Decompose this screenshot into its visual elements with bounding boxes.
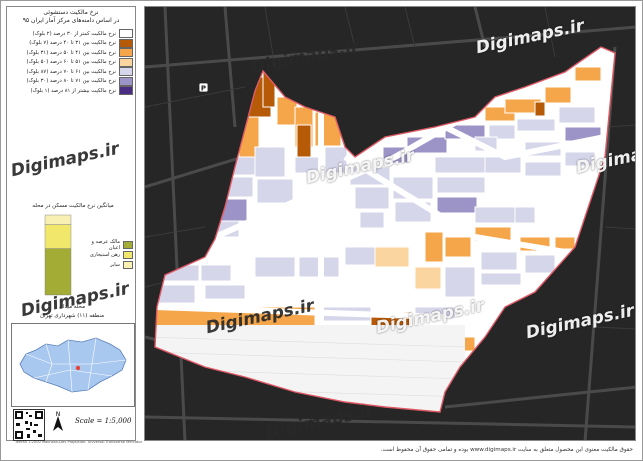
legend-swatch xyxy=(119,29,133,38)
legend-title-line2: در اساس دامنه‌های مرکز آمار ایران ۹۵ xyxy=(22,17,120,24)
chart-legend-item: رهن استیجاری xyxy=(79,250,133,260)
chart-legend-swatch xyxy=(123,261,133,269)
legend-label: نرخ مالکیت بین ۳۱ تا ۴۰ درصد (۷ بلوک) xyxy=(29,40,116,46)
city-block[interactable] xyxy=(354,186,390,210)
parking-icon: P xyxy=(198,82,209,93)
city-block[interactable] xyxy=(254,256,296,278)
city-block[interactable] xyxy=(516,118,556,132)
city-block[interactable] xyxy=(484,156,522,174)
city-block[interactable] xyxy=(359,211,385,229)
city-block[interactable] xyxy=(444,236,472,258)
legend-swatch xyxy=(119,67,133,76)
ownership-bar-svg xyxy=(44,214,72,296)
legend-item: نرخ مالکیت بین ۶۱ تا ۷۰ درصد (۸۷ بلوک) xyxy=(11,67,133,76)
chart-legend-label: سایر xyxy=(110,262,120,268)
legend-item: نرخ مالکیت کمتر از ۳۰ درصد (۲ بلوک) xyxy=(11,29,133,38)
chart-legend: مالک عرصه و اعیان رهن استیجاری سایر xyxy=(79,239,133,270)
legend-panel: نرخ مالکیت دستشوئی در اساس دامنه‌های مرک… xyxy=(6,6,142,444)
map-area[interactable]: P Digimaps.ir Digimaps.ir Digimaps.ir Di… xyxy=(144,6,636,441)
city-block[interactable] xyxy=(256,178,294,204)
copyright-note: حقوق مالکیت معنوی این محصول متعلق به سای… xyxy=(380,447,633,453)
chart-legend-item: سایر xyxy=(79,260,133,270)
city-block[interactable] xyxy=(524,254,556,274)
city-block[interactable] xyxy=(200,264,232,282)
city-block[interactable] xyxy=(204,284,246,300)
city-block[interactable] xyxy=(480,272,522,286)
legend-label: نرخ مالکیت کمتر از ۳۰ درصد (۲ بلوک) xyxy=(32,30,116,37)
legend-swatch xyxy=(119,57,133,67)
legend-item: نرخ مالکیت بین ۵۱ تا ۶۰ درصد (۵۰ بلوک) xyxy=(11,57,133,67)
city-block[interactable] xyxy=(524,161,562,177)
city-block[interactable] xyxy=(474,206,516,224)
bar-segment-3 xyxy=(44,214,72,225)
city-block[interactable] xyxy=(374,246,410,268)
legend-label: نرخ مالکیت بیشتر از ۸۱ درصد (۱ بلوک) xyxy=(30,87,116,94)
legend-swatch xyxy=(119,38,133,48)
chart-legend-swatch xyxy=(123,241,133,249)
city-block[interactable] xyxy=(444,266,476,298)
city-block[interactable] xyxy=(558,106,596,124)
legend-swatch xyxy=(119,76,133,86)
legend-item: نرخ مالکیت بین ۴۱ تا ۵۰ درصد (۳۱ بلوک) xyxy=(11,48,133,57)
legend-title: نرخ مالکیت دستشوئی در اساس دامنه‌های مرک… xyxy=(9,9,133,25)
city-block[interactable] xyxy=(514,206,536,224)
city-block[interactable] xyxy=(436,176,486,194)
locator-map xyxy=(11,323,135,407)
chart-legend-label: رهن استیجاری xyxy=(89,252,120,258)
city-block[interactable] xyxy=(544,86,572,104)
chart-title: میانگین نرخ مالکیت مسکن در محله xyxy=(32,203,114,209)
legend-label: نرخ مالکیت بین ۵۱ تا ۶۰ درصد (۵۰ بلوک) xyxy=(26,59,116,65)
location-marker xyxy=(75,365,81,371)
locator-map-svg xyxy=(19,337,127,393)
legend-items: نرخ مالکیت کمتر از ۳۰ درصد (۲ بلوک) نرخ … xyxy=(11,29,133,96)
projection-credit: Tehran 1:2000 Makhzan-Dev Projection: Un… xyxy=(15,440,143,444)
legend-label: نرخ مالکیت بین ۶۱ تا ۷۰ درصد (۸۷ بلوک) xyxy=(26,68,116,75)
svg-text:P: P xyxy=(201,85,206,93)
city-block[interactable] xyxy=(554,236,576,250)
legend-swatch xyxy=(119,86,133,95)
city-block[interactable] xyxy=(480,251,518,271)
bar-segment-2 xyxy=(44,224,72,249)
scale-text: Scale = 1:5,000 xyxy=(75,417,132,425)
legend-label: نرخ مالکیت بین ۴۱ تا ۵۰ درصد (۳۱ بلوک) xyxy=(26,49,116,56)
legend-label: نرخ مالکیت بین ۷۱ تا ۸۰ درصد (۳۰ بلوک) xyxy=(26,78,116,84)
city-block[interactable] xyxy=(574,66,602,82)
legend-title-line1: نرخ مالکیت دستشوئی xyxy=(43,9,99,16)
city-block[interactable] xyxy=(344,246,376,266)
legend-item: نرخ مالکیت بین ۳۱ تا ۴۰ درصد (۷ بلوک) xyxy=(11,38,133,48)
city-block[interactable] xyxy=(436,196,478,214)
legend-swatch xyxy=(119,48,133,57)
city-block[interactable] xyxy=(414,266,442,290)
map-svg[interactable]: P xyxy=(145,7,636,441)
chart-legend-item: مالک عرصه و اعیان xyxy=(79,239,133,251)
city-block[interactable] xyxy=(424,231,444,263)
chart-legend-label: مالک عرصه و اعیان xyxy=(91,239,120,251)
north-letter: N xyxy=(56,411,61,418)
legend-item: نرخ مالکیت بین ۷۱ تا ۸۰ درصد (۳۰ بلوک) xyxy=(11,76,133,86)
tehran-outline xyxy=(19,337,127,393)
qr-code-svg xyxy=(15,411,43,439)
city-block[interactable] xyxy=(434,156,486,174)
qr-code[interactable] xyxy=(13,409,45,441)
bar-segment-1 xyxy=(44,248,72,296)
city-block[interactable] xyxy=(254,146,286,178)
city-block[interactable] xyxy=(534,101,546,117)
legend-item: نرخ مالکیت بیشتر از ۸۱ درصد (۱ بلوک) xyxy=(11,86,133,95)
north-arrow-icon: N xyxy=(53,411,63,431)
chart-legend-swatch xyxy=(123,251,133,259)
